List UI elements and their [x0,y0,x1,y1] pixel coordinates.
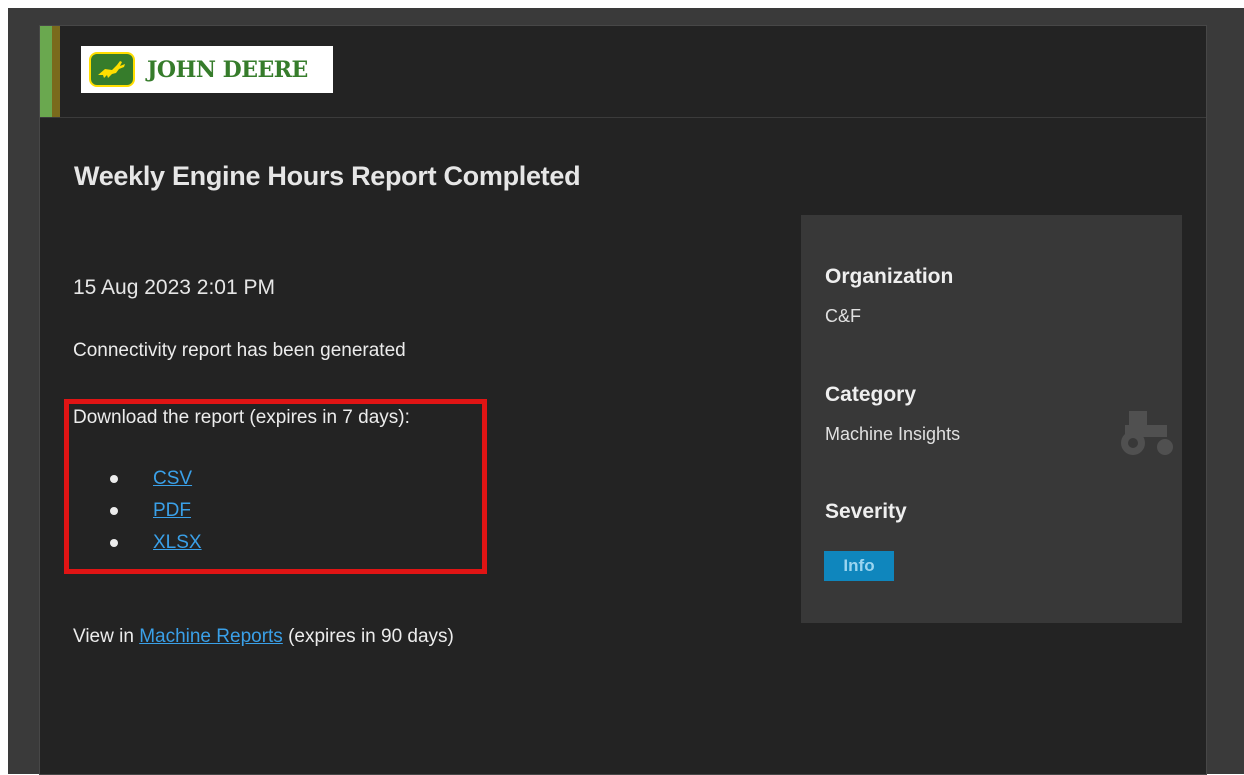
deer-icon [89,52,135,87]
list-item: XLSX [110,527,202,559]
brand-wordmark: JOHN DEERE [147,56,308,83]
notification-timestamp: 15 Aug 2023 2:01 PM [73,276,275,299]
organization-value: C&F [825,306,861,326]
bullet-icon [110,507,118,515]
list-item: PDF [110,495,202,527]
notification-title: Weekly Engine Hours Report Completed [74,161,581,191]
list-item: CSV [110,463,202,495]
tractor-icon [1117,405,1179,462]
john-deere-logo: JOHN DEERE [81,46,333,93]
category-heading: Category [825,383,917,406]
header-accent-bar [40,26,60,117]
email-viewer-frame: JOHN DEERE Weekly Engine Hours Report Co… [8,8,1244,775]
download-csv-link[interactable]: CSV [153,468,192,490]
severity-badge: Info [824,551,894,581]
notification-message: Connectivity report has been generated [73,340,406,361]
view-prefix: View in [73,626,134,647]
details-panel: Organization C&F Category Machine Insigh… [801,215,1182,623]
email-header: JOHN DEERE [40,26,1206,118]
download-label: Download the report (expires in 7 days): [73,407,410,428]
email-card: JOHN DEERE Weekly Engine Hours Report Co… [39,25,1207,775]
severity-heading: Severity [825,500,907,523]
bullet-icon [110,475,118,483]
download-xlsx-link[interactable]: XLSX [153,532,202,554]
view-suffix: (expires in 90 days) [288,626,454,647]
machine-reports-link[interactable]: Machine Reports [139,626,283,647]
view-reports-line: View in Machine Reports (expires in 90 d… [73,626,454,648]
download-file-list: CSV PDF XLSX [110,463,202,559]
download-pdf-link[interactable]: PDF [153,500,191,522]
bullet-icon [110,539,118,547]
organization-heading: Organization [825,265,954,288]
category-value: Machine Insights [825,424,961,444]
